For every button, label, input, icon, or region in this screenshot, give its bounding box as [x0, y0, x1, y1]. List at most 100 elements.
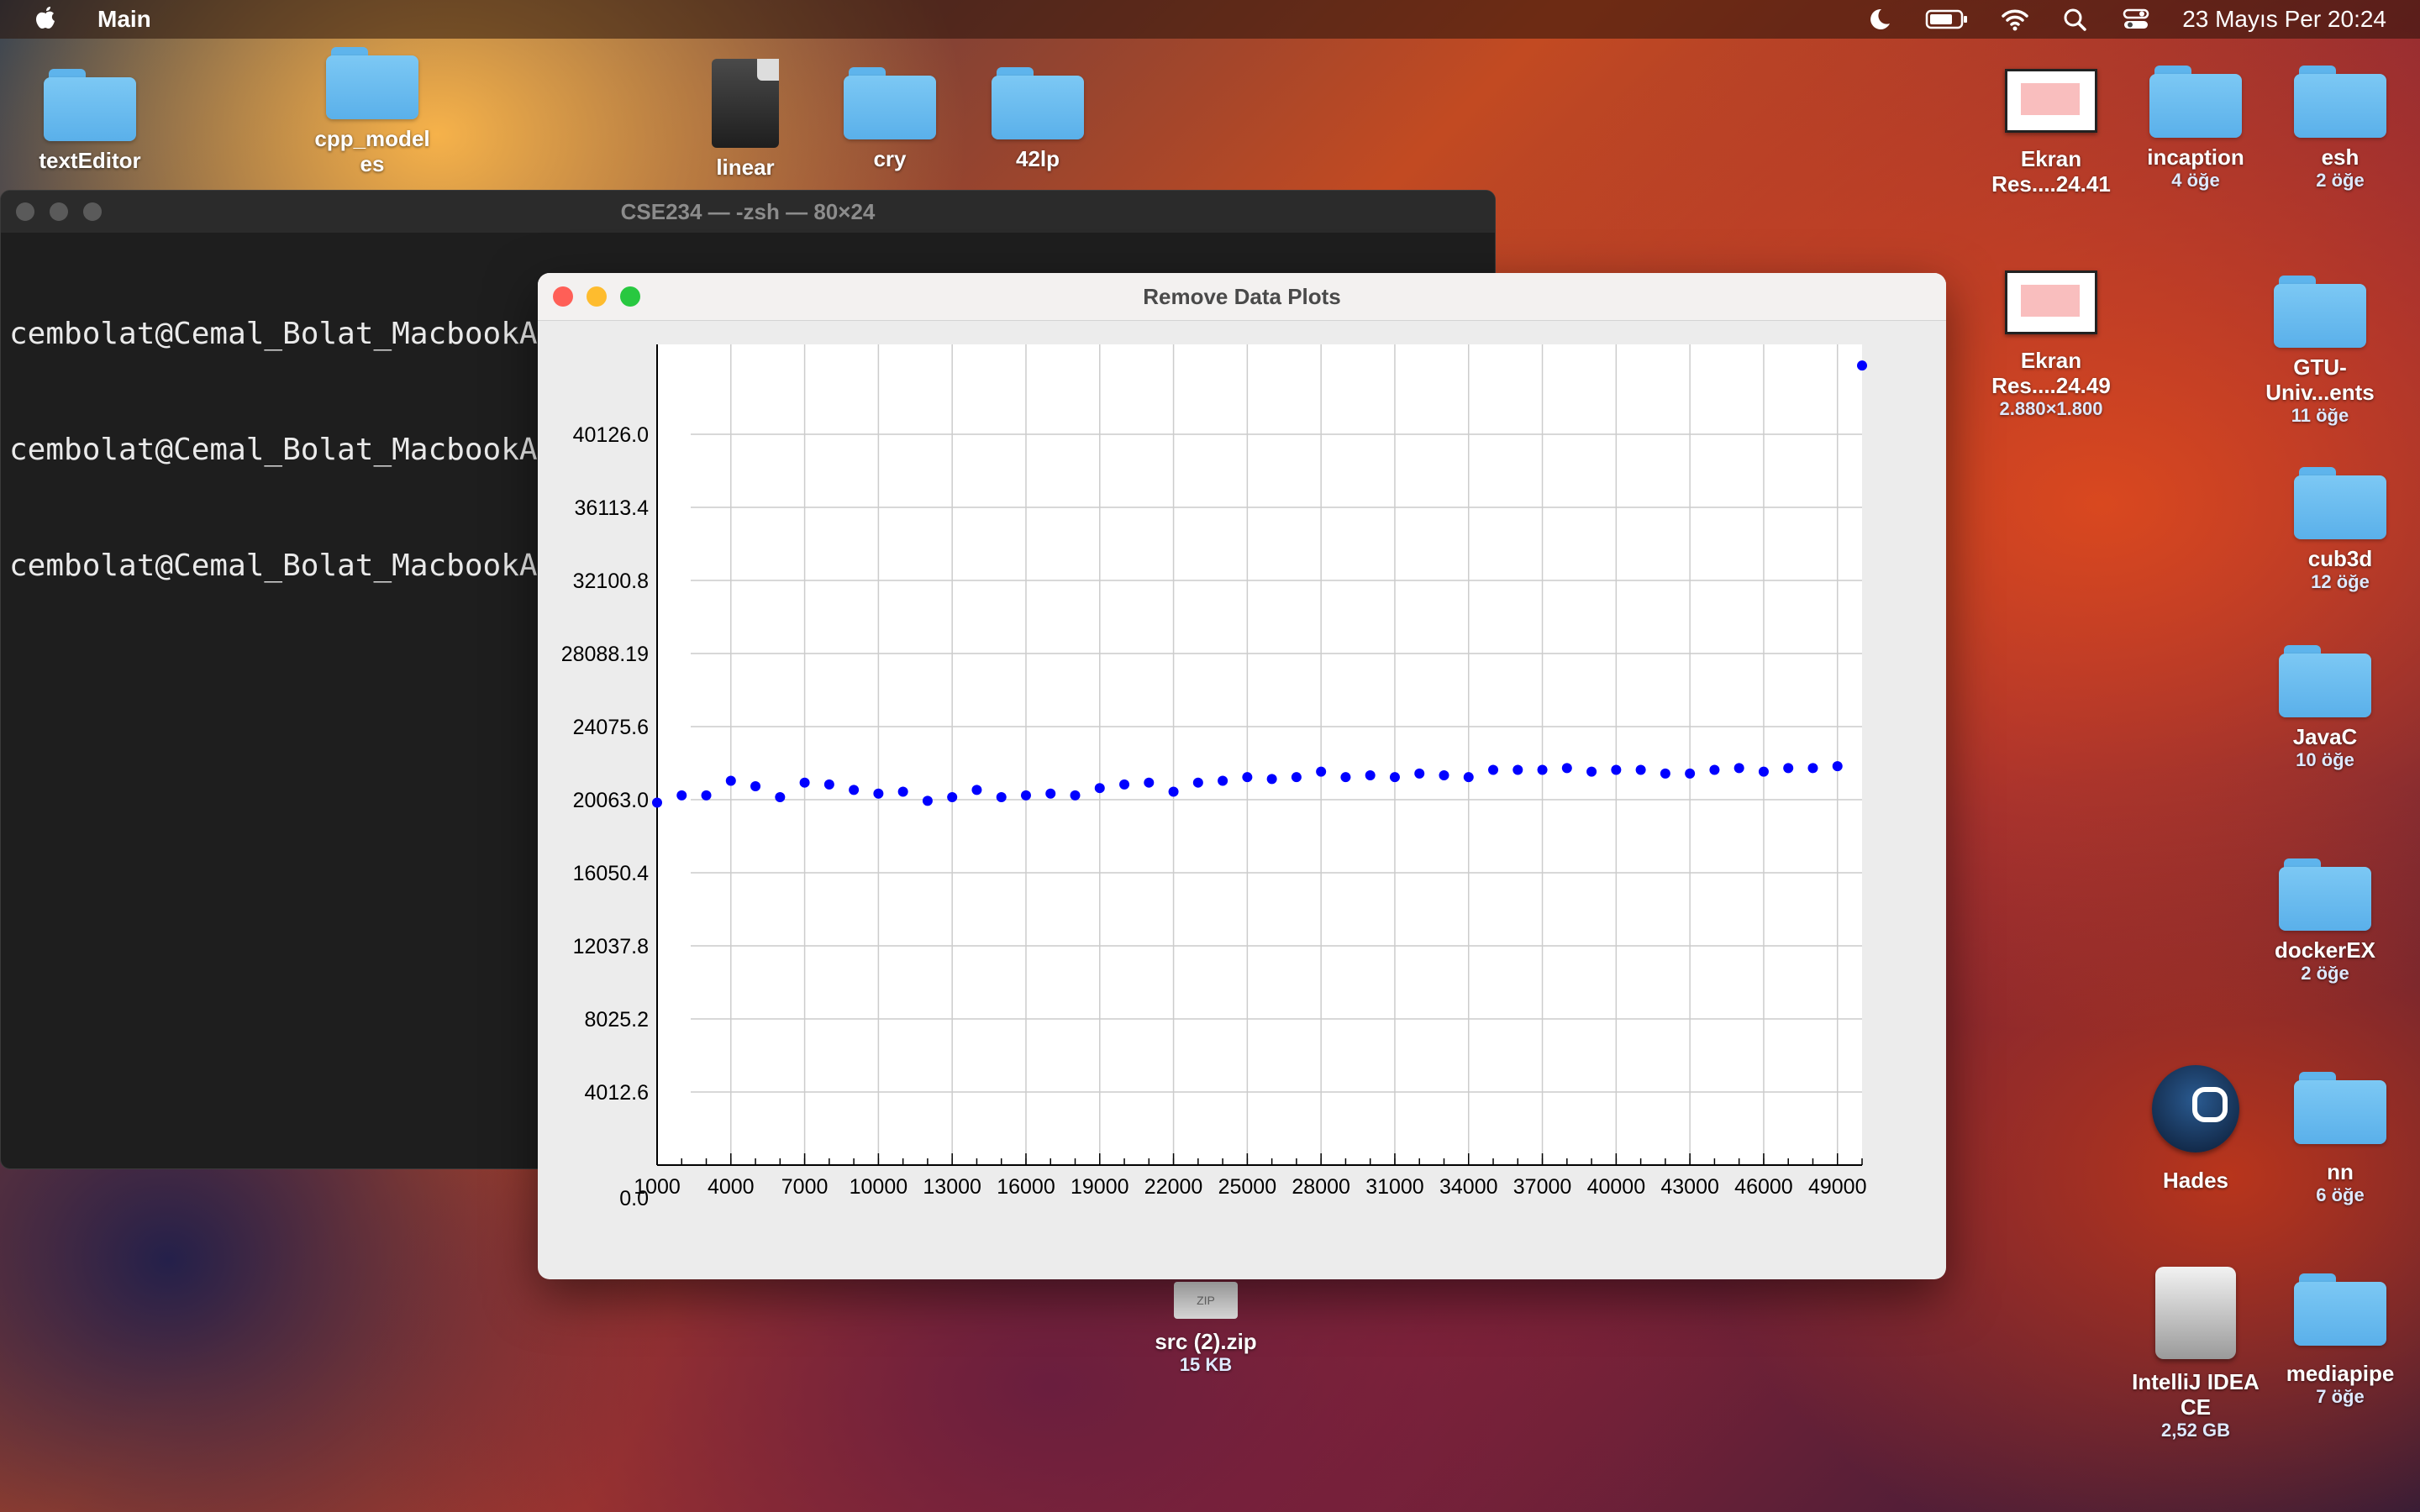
- y-tick-label: 16050.4: [573, 862, 649, 885]
- desktop-icon-label: cub3d: [2307, 546, 2373, 571]
- desktop-icon-sublabel: 2,52 GB: [2161, 1420, 2230, 1441]
- desktop-file-src-zip[interactable]: ZIP src (2).zip 15 KB: [1134, 1282, 1277, 1376]
- desktop-folder-cpp-modeles[interactable]: cpp_model es: [301, 47, 444, 176]
- desktop-folder-texteditor[interactable]: textEditor: [18, 69, 161, 173]
- data-point: [799, 777, 810, 788]
- data-point: [775, 792, 786, 803]
- data-point: [1758, 766, 1769, 777]
- desktop-icon-label: 42lp: [1015, 146, 1060, 171]
- data-point: [873, 788, 884, 799]
- desktop-folder-gtu[interactable]: GTU- Univ...ents 11 öğe: [2249, 276, 2391, 427]
- desktop-icon-sublabel: 11 öğe: [2291, 405, 2349, 426]
- folder-icon: [2149, 66, 2242, 138]
- data-point: [897, 786, 908, 797]
- desktop-icon-label: textEditor: [39, 148, 141, 173]
- desktop-icon-label: linear: [716, 155, 775, 180]
- desktop-folder-cub3d[interactable]: cub3d 12 öğe: [2269, 467, 2412, 593]
- desktop-icon-label: esh: [2321, 144, 2360, 170]
- desktop-file-linear[interactable]: linear: [674, 59, 817, 180]
- x-tick-label: 7000: [781, 1175, 829, 1199]
- desktop-folder-nn[interactable]: nn 6 öğe: [2269, 1072, 2412, 1206]
- desktop-icon-sublabel: 7 öğe: [2316, 1386, 2365, 1407]
- desktop-folder-mediapipe[interactable]: mediapipe 7 öğe: [2269, 1273, 2412, 1408]
- x-tick-label: 46000: [1734, 1175, 1793, 1199]
- desktop-app-intellij[interactable]: IntelliJ IDEA CE 2,52 GB: [2124, 1267, 2267, 1441]
- data-point: [1242, 772, 1253, 783]
- screenshot-thumbnail-icon: [2005, 270, 2097, 334]
- y-tick-label: 0.0: [619, 1187, 649, 1210]
- desktop-icon-sublabel: 2.880×1.800: [1999, 398, 2103, 419]
- moon-icon[interactable]: [1865, 7, 1893, 32]
- folder-icon: [44, 69, 136, 141]
- data-point: [1266, 774, 1277, 785]
- control-center-icon[interactable]: [2122, 7, 2150, 32]
- plot-title-bar[interactable]: Remove Data Plots: [538, 273, 1946, 321]
- drive-icon: [2155, 1267, 2236, 1359]
- desktop-folder-cry[interactable]: cry: [818, 67, 961, 171]
- desktop-screenshot-1[interactable]: Ekran Res....24.41: [1980, 69, 2123, 197]
- desktop-app-hades[interactable]: Hades: [2124, 1065, 2267, 1193]
- desktop-folder-esh[interactable]: esh 2 öğe: [2269, 66, 2412, 192]
- desktop-icon-label: IntelliJ IDEA: [2132, 1369, 2260, 1394]
- desktop-folder-42lp[interactable]: 42lp: [966, 67, 1109, 171]
- y-tick-label: 36113.4: [574, 496, 649, 520]
- data-point: [996, 792, 1007, 803]
- folder-icon: [2279, 858, 2371, 931]
- plot-window-title: Remove Data Plots: [1143, 283, 1341, 309]
- plot-window[interactable]: Remove Data Plots 1000 4000 7000 10000 13000…: [538, 273, 1946, 1279]
- desktop-folder-incaption[interactable]: incaption 4 öğe: [2124, 66, 2267, 192]
- x-tick-label: 19000: [1071, 1175, 1129, 1199]
- document-icon: [712, 59, 779, 148]
- desktop-icon-sublabel: 4 öğe: [2171, 170, 2220, 191]
- x-tick-label: 10000: [850, 1175, 908, 1199]
- y-tick-label: 4012.6: [585, 1081, 649, 1105]
- y-tick-label: 20063.0: [573, 789, 649, 812]
- search-icon[interactable]: [2061, 7, 2090, 32]
- battery-icon[interactable]: [1925, 7, 1969, 32]
- data-point: [676, 790, 687, 801]
- desktop-icon-label-cont: Res....24.41: [1991, 171, 2111, 197]
- y-tick-label: 12037.8: [573, 935, 649, 958]
- data-point: [1414, 768, 1425, 779]
- data-point: [1144, 777, 1155, 788]
- folder-icon: [326, 47, 418, 119]
- x-tick-label: 31000: [1365, 1175, 1424, 1199]
- data-point: [1119, 779, 1130, 790]
- data-point: [1512, 764, 1523, 775]
- folder-icon: [2274, 276, 2366, 348]
- data-point: [1168, 786, 1179, 797]
- desktop-icon-label: cpp_model: [314, 126, 430, 151]
- y-tick-label: 24075.6: [573, 716, 649, 739]
- apple-icon[interactable]: [34, 5, 59, 34]
- x-tick-label: 4000: [708, 1175, 755, 1199]
- menu-clock[interactable]: 23 Mayıs Per 20:24: [2182, 6, 2386, 33]
- x-tick-label: 22000: [1144, 1175, 1203, 1199]
- folder-icon: [2294, 1072, 2386, 1144]
- y-tick-label: 28088.19: [561, 643, 649, 666]
- desktop-icon-label: GTU-: [2293, 354, 2347, 380]
- data-point: [823, 779, 834, 790]
- data-point: [725, 775, 736, 786]
- wifi-icon[interactable]: [2001, 7, 2029, 32]
- desktop-icon-label-cont: Univ...ents: [2265, 380, 2375, 405]
- data-point: [1045, 788, 1056, 799]
- desktop-folder-dockerex[interactable]: dockerEX 2 öğe: [2254, 858, 2396, 984]
- data-point: [1340, 772, 1351, 783]
- data-point: [1635, 764, 1646, 775]
- desktop-screenshot-2[interactable]: Ekran Res....24.49 2.880×1.800: [1980, 270, 2123, 420]
- desktop-icon-label: JavaC: [2292, 724, 2358, 749]
- app-name[interactable]: Main: [97, 6, 151, 33]
- data-point: [1316, 766, 1327, 777]
- desktop-icon-label: mediapipe: [2286, 1361, 2395, 1386]
- data-point: [1192, 777, 1203, 788]
- desktop-folder-javac[interactable]: JavaC 10 öğe: [2254, 645, 2396, 771]
- desktop-icon-label-cont: CE: [2180, 1394, 2212, 1420]
- data-point: [1070, 790, 1081, 801]
- desktop-icon-sublabel: 2 öğe: [2316, 170, 2365, 191]
- data-point: [750, 781, 761, 792]
- data-point: [1389, 772, 1400, 783]
- data-point: [701, 790, 712, 801]
- data-point: [1783, 763, 1794, 774]
- terminal-title-bar[interactable]: CSE234 — -zsh — 80×24: [1, 191, 1495, 233]
- data-point: [1094, 783, 1105, 794]
